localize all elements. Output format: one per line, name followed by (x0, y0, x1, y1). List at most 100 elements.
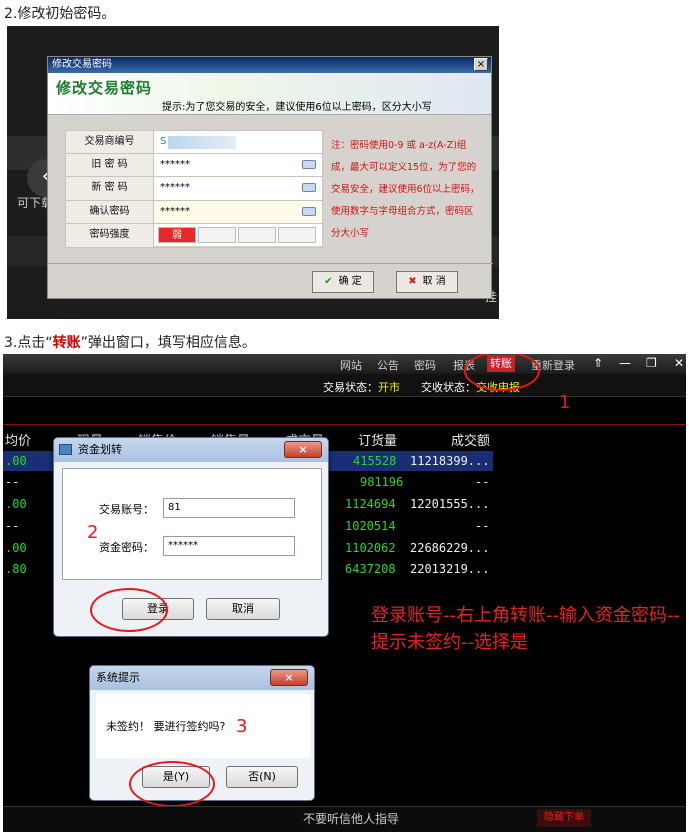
menu-password[interactable]: 密码 (414, 357, 436, 373)
strength-segment (238, 227, 276, 243)
cell-amount: 22013219... (410, 562, 490, 576)
cross-icon: ✖ (408, 276, 417, 287)
hide-order-button[interactable]: 隐藏下单 (537, 809, 591, 827)
minimize-icon[interactable]: — (619, 356, 631, 370)
new-password-input[interactable]: ****** (154, 177, 322, 200)
confirm-password-value: ****** (160, 205, 190, 217)
dealer-id-value: S (160, 136, 167, 147)
marker-number: 3 (236, 716, 248, 737)
keyboard-icon[interactable] (302, 206, 316, 216)
step3-heading: 3.点击“转账”弹出窗口，填写相应信息。 (4, 332, 256, 352)
cell-order: 1020514 (345, 519, 396, 533)
trade-status-value: 开市 (378, 381, 400, 394)
password-strength-meter: 弱 (154, 224, 322, 246)
form-row-dealer-id: 交易商编号 S (65, 130, 323, 154)
close-icon[interactable]: × (270, 669, 308, 686)
no-button[interactable]: 否(N) (226, 766, 298, 788)
banner-title: 修改交易密码 (56, 79, 153, 97)
strength-segment (278, 227, 316, 243)
prompt-message: 未签约！ 要进行签约吗? (106, 720, 226, 733)
dialog-titlebar: 系统提示 × (90, 666, 314, 690)
cell-amount: -- (475, 475, 490, 489)
old-password-input[interactable]: ****** (154, 153, 322, 176)
ok-button[interactable]: ✔ 确 定 (312, 271, 374, 293)
keyboard-icon[interactable] (302, 183, 316, 192)
fund-password-value: ****** (168, 540, 198, 551)
field-label: 确认密码 (66, 200, 154, 223)
keyboard-icon[interactable] (302, 159, 316, 169)
password-note: 注：密码使用0-9 或 a-z(A-Z)组成，最大可以定义15位，为了您的交易安… (331, 140, 480, 239)
column-header: 成交额 (451, 434, 491, 449)
cancel-button[interactable]: ✖ 取 消 (396, 271, 458, 293)
strength-segment (198, 227, 236, 243)
heading-suffix: ”弹出窗口，填写相应信息。 (80, 335, 256, 351)
dialog-titlebar: 修改交易密码 × (48, 57, 491, 73)
field-label: 新 密 码 (66, 177, 154, 200)
close-icon[interactable]: × (284, 441, 322, 458)
new-password-value: ****** (160, 182, 190, 193)
cell-amount: 12201555... (410, 497, 490, 511)
cell-avg: -- (5, 519, 20, 533)
dialog-body: 交易账号： 81 资金密码： ****** (62, 468, 322, 580)
fund-password-label: 资金密码： (99, 541, 154, 554)
window-icon (59, 444, 72, 455)
dialog-banner: 修改交易密码 提示:为了您交易的安全，建议使用6位以上密码，区分大小写 (48, 73, 491, 115)
close-icon[interactable]: ✕ (674, 356, 684, 370)
marker-number: 1 (559, 392, 571, 413)
cell-amount: -- (475, 519, 490, 533)
form-row-confirm-password: 确认密码 ****** (65, 200, 323, 224)
cell-avg: .00 (5, 497, 27, 511)
menu-announcement[interactable]: 公告 (377, 357, 399, 373)
trade-status-label: 交易状态： (323, 381, 378, 394)
dialog-title: 资金划转 (78, 443, 122, 456)
cell-avg: .00 (5, 541, 27, 555)
banner-tip: 提示:为了您交易的安全，建议使用6位以上密码，区分大小写 (162, 102, 432, 113)
cell-order: 6437208 (345, 562, 396, 576)
dialog-titlebar: 资金划转 × (54, 438, 328, 462)
change-password-dialog: 修改交易密码 × 修改交易密码 提示:为了您交易的安全，建议使用6位以上密码，区… (47, 56, 493, 299)
cancel-button[interactable]: 取消 (206, 598, 280, 620)
deliver-status-label: 交收状态： (421, 381, 476, 394)
menu-website[interactable]: 网站 (340, 357, 362, 373)
cancel-label: 取 消 (422, 276, 446, 287)
column-header: 均价 (5, 434, 32, 449)
divider (48, 263, 493, 264)
fund-password-input[interactable]: ****** (163, 536, 295, 556)
bottom-warning: 不要听信他人指导 (303, 812, 400, 826)
cell-order: 1124694 (345, 497, 396, 511)
cell-amount: 11218399... (410, 454, 490, 468)
heading-prefix: 3.点击“ (4, 335, 53, 351)
redacted-area (168, 136, 236, 149)
dialog-body: 未签约！ 要进行签约吗? (96, 694, 310, 758)
transfer-screenshot: 网站 公告 密码 报表 转账 重新登录 ⇑ — ❐ ✕ 交易状态：开市 交收状态… (3, 354, 686, 832)
step2-heading: 2.修改初始密码。 (4, 6, 116, 22)
cell-order: 415528 (353, 454, 397, 468)
close-icon[interactable]: × (474, 58, 488, 71)
column-header: 订货量 (358, 434, 398, 449)
trade-status: 交易状态：开市 (323, 379, 400, 395)
cell-order: 981196 (360, 475, 404, 489)
restore-icon[interactable]: ❐ (646, 356, 657, 370)
divider (3, 424, 686, 425)
pin-icon[interactable]: ⇑ (593, 356, 603, 370)
dialog-title: 修改交易密码 (52, 59, 112, 70)
cell-amount: 22686229... (410, 541, 490, 555)
cell-avg: .80 (5, 562, 27, 576)
marker-number: 2 (87, 522, 99, 543)
annotation-circle (90, 588, 168, 632)
form-row-strength: 密码强度 弱 (65, 224, 323, 248)
old-password-value: ****** (160, 158, 190, 170)
check-icon: ✔ (324, 276, 333, 287)
confirm-password-input[interactable]: ****** (154, 200, 322, 223)
account-label: 交易账号： (99, 503, 154, 516)
account-input[interactable]: 81 (163, 498, 295, 518)
dealer-id-field[interactable]: S (154, 131, 322, 153)
change-password-screenshot: 可下载 挂 ‹ 修改交易密码 × 修改交易密码 提示:为了您交易的安全，建议使用… (7, 26, 499, 319)
password-form: 交易商编号 S 旧 密 码 ****** 新 密 码 ****** 确认密码 *… (65, 130, 323, 248)
ok-label: 确 定 (338, 276, 362, 287)
field-label: 旧 密 码 (66, 153, 154, 176)
form-row-old-password: 旧 密 码 ****** (65, 153, 323, 177)
field-label: 交易商编号 (66, 131, 154, 153)
instruction-text: 登录账号--右上角转账--输入资金密码--提示未签约--选择是 (371, 605, 680, 653)
form-row-new-password: 新 密 码 ****** (65, 177, 323, 201)
